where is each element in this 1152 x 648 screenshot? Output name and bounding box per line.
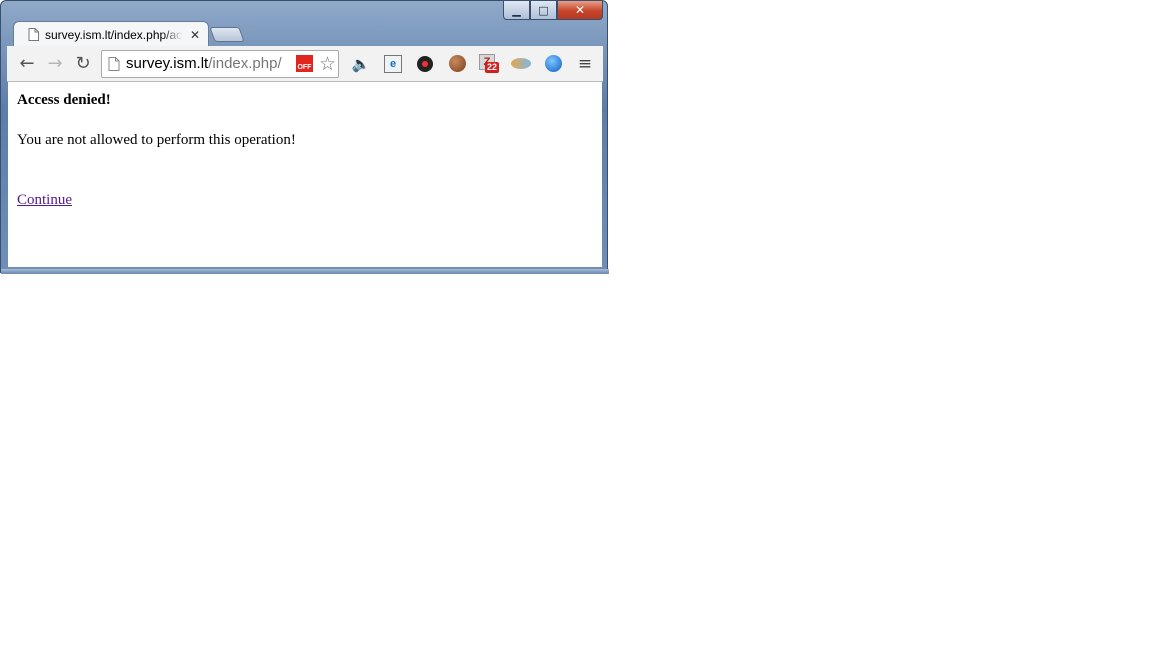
tab-title: survey.ism.lt/index.php/ac (45, 27, 183, 42)
pie-extension-button[interactable] (505, 50, 537, 78)
new-tab-button[interactable] (209, 27, 245, 42)
chrome-menu-button[interactable]: ≡ (569, 50, 601, 78)
url-path: /index.php/ (208, 55, 282, 72)
url-text: survey.ism.lt/index.php/ (126, 55, 282, 72)
record-icon (417, 55, 433, 72)
pie-icon (511, 58, 531, 69)
url-host: survey.ism.lt (126, 55, 209, 72)
globe-extension-button[interactable] (537, 50, 569, 78)
page-icon (108, 56, 120, 71)
ie-tab-extension-button[interactable]: e (377, 50, 409, 78)
forward-button[interactable]: → (41, 50, 69, 78)
hamburger-menu-icon: ≡ (577, 53, 593, 74)
speaker-icon: 🔈 (351, 54, 371, 73)
window-caption-buttons: ▁ □ ✕ (503, 1, 603, 21)
notification-badge: 22 (485, 61, 500, 73)
maximize-button[interactable]: □ (530, 1, 557, 20)
window-frame-bottom (1, 269, 609, 274)
minimize-button[interactable]: ▁ (503, 1, 530, 20)
reload-button[interactable]: ↻ (69, 50, 97, 78)
extension-bar: 🔈 e Z 22 ≡ (345, 50, 601, 78)
tab-active[interactable]: survey.ism.lt/index.php/ac ✕ (13, 21, 209, 47)
error-message: You are not allowed to perform this oper… (17, 132, 296, 148)
globe-icon (544, 55, 562, 72)
z-extension-button[interactable]: Z 22 (473, 50, 505, 78)
continue-link[interactable]: Continue (17, 191, 72, 209)
page-content: Access denied! You are not allowed to pe… (8, 82, 602, 267)
z-icon: Z 22 (479, 53, 500, 74)
address-bar[interactable]: survey.ism.lt/index.php/ OFF ☆ (101, 49, 339, 78)
off-extension-icon[interactable]: OFF (295, 55, 313, 72)
ball-extension-button[interactable] (441, 50, 473, 78)
back-button[interactable]: ← (13, 50, 41, 78)
record-extension-button[interactable] (409, 50, 441, 78)
omnibox-icons: OFF ☆ (295, 54, 336, 74)
page-icon (28, 28, 39, 41)
browser-toolbar: ← → ↻ survey.ism.lt/index.php/ OFF ☆ 🔈 e (7, 46, 603, 82)
page-title: Access denied! (17, 92, 111, 108)
ball-icon (448, 55, 466, 72)
bookmark-star-icon[interactable]: ☆ (319, 54, 336, 74)
browser-window: ▁ □ ✕ survey.ism.lt/index.php/ac ✕ ← → ↻… (0, 0, 609, 274)
tab-close-icon[interactable]: ✕ (190, 28, 200, 42)
ie-icon: e (384, 54, 402, 73)
close-window-button[interactable]: ✕ (557, 1, 603, 20)
speaker-extension-button[interactable]: 🔈 (345, 50, 377, 78)
